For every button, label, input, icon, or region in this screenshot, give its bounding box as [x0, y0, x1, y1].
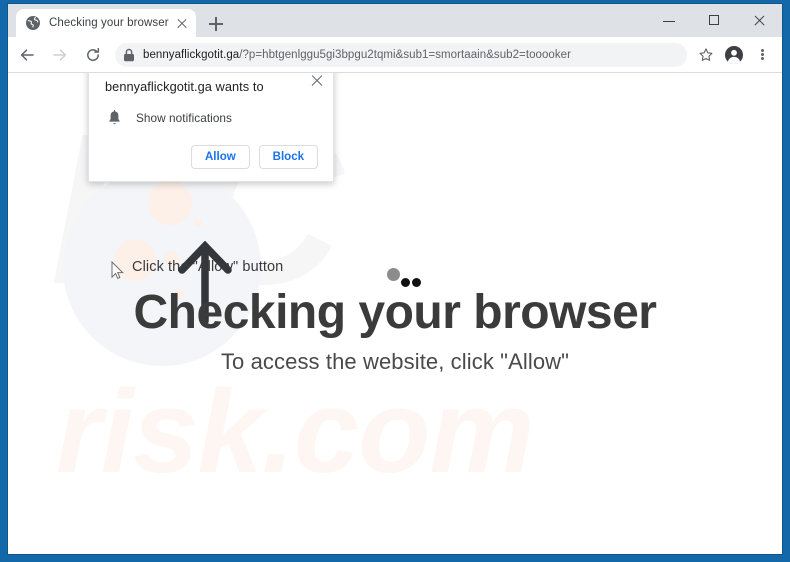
- lock-icon[interactable]: [119, 45, 139, 65]
- back-arrow-icon: [20, 48, 34, 61]
- loader-dot: [387, 268, 400, 281]
- address-bar-path: /?p=hbtgenlggu5gi3bpgu2tqmi&sub1=smortaa…: [239, 48, 571, 61]
- reload-icon: [87, 47, 100, 61]
- address-bar-url: bennyaflickgotit.ga/?p=hbtgenlggu5gi3bpg…: [143, 49, 571, 61]
- window-close-button[interactable]: [737, 4, 782, 37]
- new-tab-button[interactable]: [204, 12, 228, 36]
- star-icon: [699, 47, 713, 61]
- watermark-bottom: risk.com: [56, 366, 534, 498]
- block-button[interactable]: Block: [258, 144, 318, 169]
- account-avatar-icon: [725, 45, 743, 64]
- window-controls: [647, 4, 782, 37]
- back-button[interactable]: [13, 41, 41, 69]
- mouse-pointer-icon: [111, 261, 124, 280]
- tab-title: Checking your browser: [49, 17, 169, 29]
- browser-tab[interactable]: Checking your browser: [16, 9, 196, 37]
- page-viewport: PC risk.com Click the "Allow" button Che…: [8, 73, 782, 554]
- decorative-dot: [148, 181, 192, 225]
- browser-toolbar: bennyaflickgotit.ga/?p=hbtgenlggu5gi3bpg…: [8, 37, 782, 73]
- bookmark-button[interactable]: [693, 42, 719, 68]
- notification-permission-dialog: bennyaflickgotit.ga wants to Show notifi…: [88, 73, 334, 182]
- permission-dialog-title: bennyaflickgotit.ga wants to: [105, 79, 264, 94]
- page-subtitle: To access the website, click "Allow": [220, 349, 570, 374]
- tab-close-icon[interactable]: [174, 15, 190, 31]
- window-minimize-button[interactable]: [647, 4, 692, 37]
- three-dot-menu-icon: [760, 47, 764, 61]
- reload-button[interactable]: [79, 41, 107, 69]
- decorative-dot: [194, 219, 202, 227]
- permission-label: Show notifications: [136, 110, 232, 125]
- address-bar-host: bennyaflickgotit.ga: [143, 48, 240, 61]
- close-icon[interactable]: [310, 74, 324, 88]
- page-title: Checking your browser: [133, 286, 657, 339]
- tab-strip: Checking your browser: [8, 4, 782, 37]
- browser-menu-button[interactable]: [749, 42, 775, 68]
- forward-button: [46, 41, 74, 69]
- permission-dialog-actions: Allow Block: [104, 144, 318, 169]
- bell-icon: [105, 109, 123, 127]
- address-bar[interactable]: bennyaflickgotit.ga/?p=hbtgenlggu5gi3bpg…: [115, 42, 687, 67]
- desktop-background: Checking your browser bennyaflickgotit.g…: [0, 0, 790, 562]
- allow-button[interactable]: Allow: [191, 144, 250, 169]
- browser-window: Checking your browser bennyaflickgotit.g…: [8, 4, 782, 554]
- globe-icon: [26, 16, 40, 30]
- profile-button[interactable]: [721, 42, 747, 68]
- window-maximize-button[interactable]: [692, 4, 737, 37]
- allow-hint-text: Click the "Allow" button: [132, 259, 284, 275]
- forward-arrow-icon: [53, 48, 67, 61]
- permission-row: Show notifications: [104, 109, 318, 127]
